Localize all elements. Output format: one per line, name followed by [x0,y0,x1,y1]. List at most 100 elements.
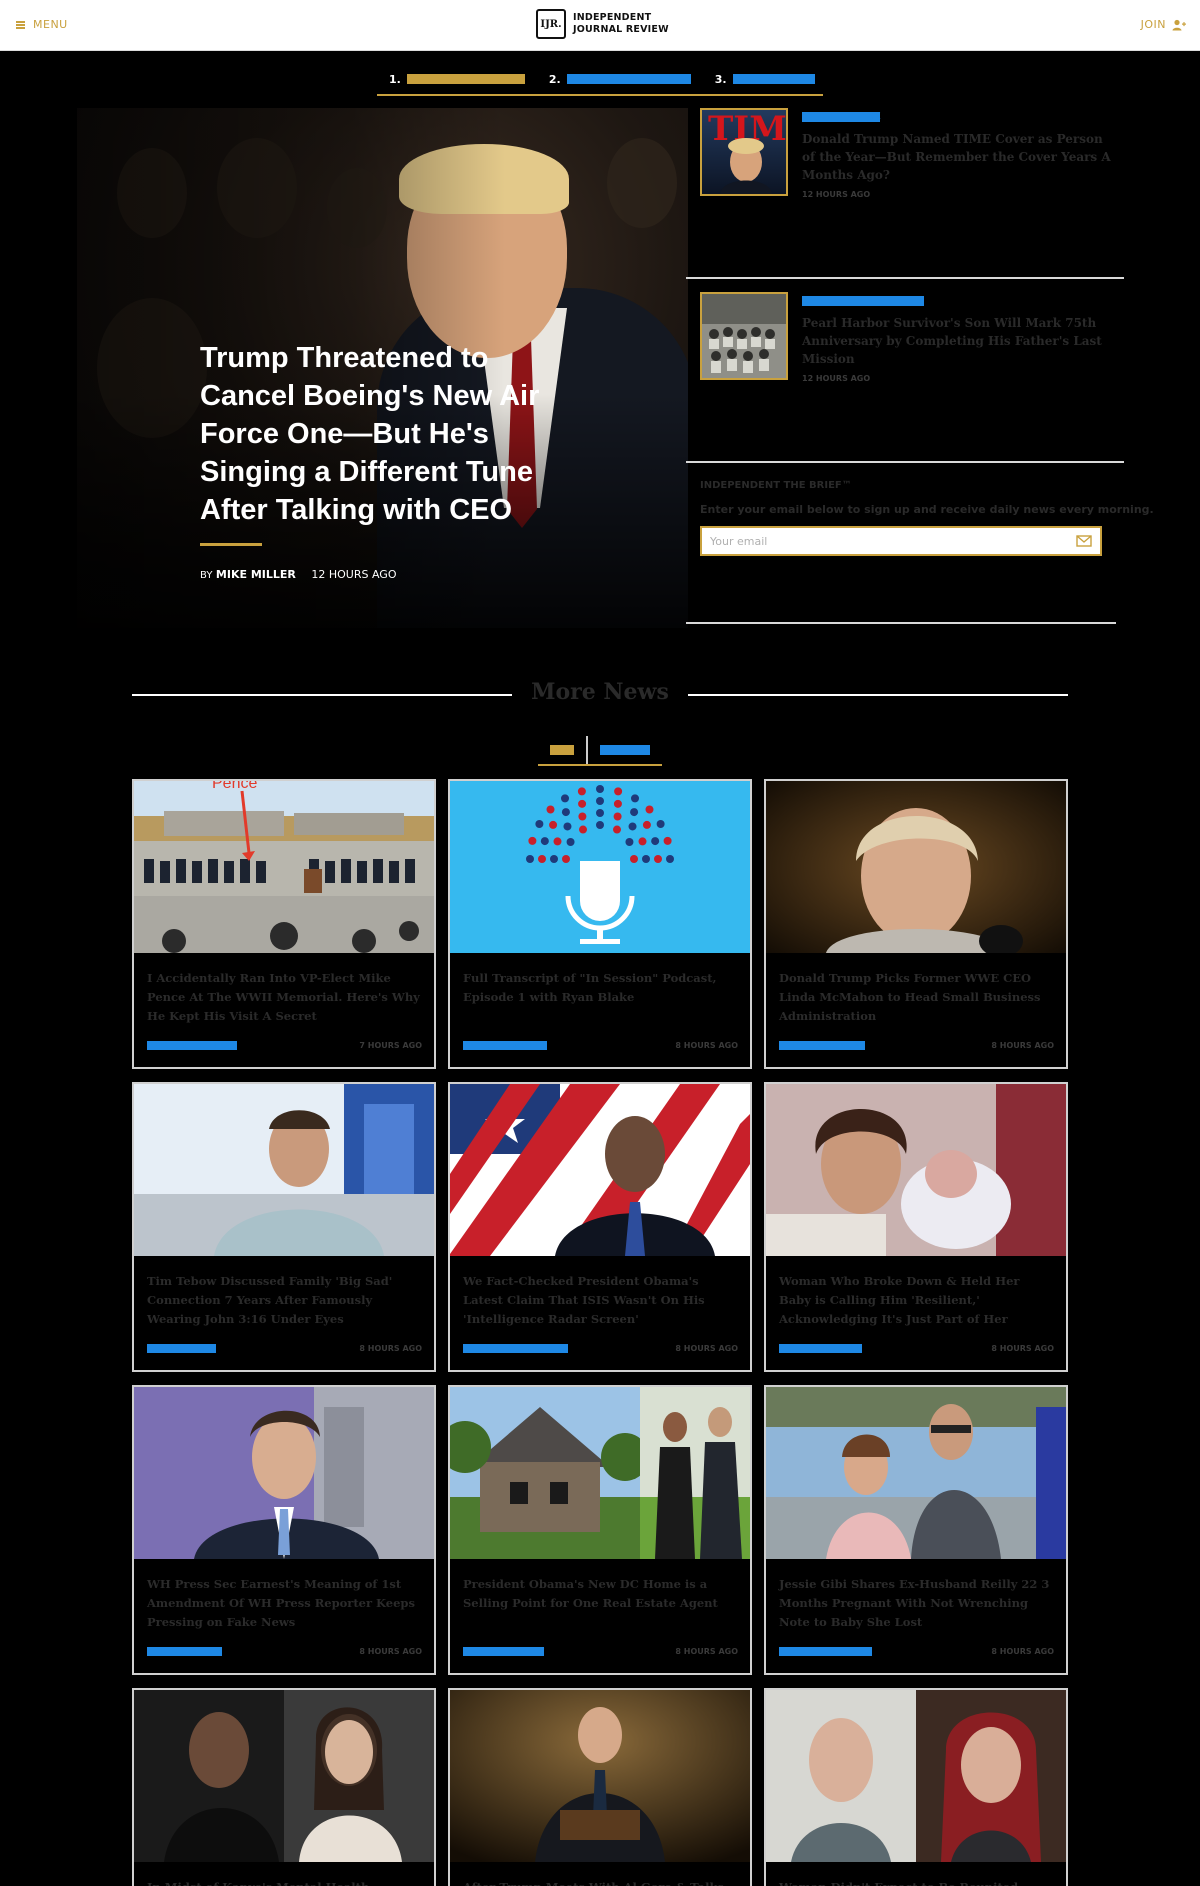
card-title[interactable]: I Accidentally Ran Into VP-Elect Mike Pe… [147,969,423,1026]
trending-tab-3[interactable]: 3. [703,64,827,94]
seat-dot [577,787,586,796]
tab-opinions[interactable]: OPINIONS [588,736,662,764]
news-card[interactable]: President Obama's New DC Home is a Selli… [448,1385,752,1675]
seat-dot [625,838,634,846]
news-card[interactable]: We Fact-Checked President Obama's Latest… [448,1082,752,1372]
news-card[interactable]: WH Press Sec Earnest's Meaning of 1st Am… [132,1385,436,1675]
menu-button[interactable]: MENU [16,18,68,31]
card-image [134,1690,434,1862]
card-author[interactable]: BY ANDREW COMMONS [463,1344,568,1353]
email-field[interactable] [702,528,1062,554]
seat-dot [526,855,534,863]
section-rule-right [688,694,1068,696]
card-title[interactable]: Woman Didn't Expect to Be Reunited [779,1878,1055,1886]
side-story-title[interactable]: Pearl Harbor Survivor's Son Will Mark 75… [802,314,1112,368]
side-story[interactable]: TIM BY JOHN BLACK Donald Trump Named TIM… [698,108,1124,290]
trending-tab-2[interactable]: 2. [537,64,703,94]
card-title[interactable]: Tim Tebow Discussed Family 'Big Sad' Con… [147,1272,423,1329]
seat-dot [540,837,549,846]
side-story-text: BY JOHN BLACK Donald Trump Named TIME Co… [802,112,1112,199]
newsletter-heading: INDEPENDENT THE BRIEF™ [700,480,852,491]
image-overlay-text: Pence [212,781,257,792]
card-author[interactable]: BY MIKE BENNETT [463,1647,545,1656]
news-card[interactable]: In Midst of Kanye's Mental Health [132,1688,436,1886]
trending-tab-number: 3. [714,72,727,86]
side-story-thumbnail[interactable]: TIM [700,108,788,196]
hero-byline: BY MIKE MILLER 12 HOURS AGO [200,568,397,581]
card-author[interactable]: BY NICOLE DUNNING [779,1647,872,1656]
side-story-author[interactable]: BY STEPHANIE MCCLAIN [802,296,1112,306]
card-title[interactable]: Full Transcript of "In Session" Podcast,… [463,969,739,1007]
celebrity-couple-image [134,1690,434,1862]
card-title[interactable]: After Trump Meets With Al Gore & Talks [463,1878,739,1886]
seat-dot [553,837,562,846]
seat-dot [579,825,587,834]
join-button[interactable]: JOIN [1141,18,1186,31]
seat-dot [563,822,572,831]
trending-tab-1[interactable]: 1. [377,64,537,94]
card-title[interactable]: WH Press Sec Earnest's Meaning of 1st Am… [147,1575,423,1632]
news-card[interactable]: Donald Trump Picks Former WWE CEO Linda … [764,779,1068,1069]
man-in-suit-image [450,1690,750,1862]
seat-dot [613,825,621,834]
card-image [134,1084,434,1256]
card-image [134,1387,434,1559]
trending-tabs: 1. 2. 3. [377,64,823,96]
trending-tab-number: 2. [548,72,561,86]
divider [686,622,1116,624]
side-story-thumbnail[interactable] [700,292,788,380]
card-author[interactable]: BY KENNY JOHNSON [147,1041,238,1050]
trending-tab-label [406,74,525,84]
section-rule-left [132,694,512,696]
seat-dot [596,821,604,829]
envelope-icon[interactable] [1076,534,1092,548]
side-story-author[interactable]: BY JOHN BLACK [802,112,1112,122]
seat-dot [663,836,672,845]
card-image [450,781,750,953]
card-title[interactable]: President Obama's New DC Home is a Selli… [463,1575,739,1613]
side-story-title[interactable]: Donald Trump Named TIME Cover as Person … [802,130,1112,184]
card-author[interactable]: BY ABC PODCASTS [463,1041,547,1050]
news-card[interactable]: Woman Didn't Expect to Be Reunited [764,1688,1068,1886]
flag-speaker-image [450,1084,750,1256]
card-author[interactable]: BY TINA WILLIAMS [779,1344,863,1353]
card-author[interactable]: BY RICHARD KIM [147,1647,222,1656]
card-author[interactable]: BY JASON HOPKINS [779,1041,866,1050]
card-image [766,781,1066,953]
seat-dot [651,837,660,846]
news-card[interactable]: After Trump Meets With Al Gore & Talks [448,1688,752,1886]
seat-dot [550,855,558,863]
news-card[interactable]: Jessie Gibi Shares Ex-Husband Reilly 22 … [764,1385,1068,1675]
seat-dot [566,838,575,846]
logo-wordmark: INDEPENDENT JOURNAL REVIEW [573,12,669,36]
card-title[interactable]: Donald Trump Picks Former WWE CEO Linda … [779,969,1055,1026]
trending-tab-label [732,74,815,84]
card-title[interactable]: We Fact-Checked President Obama's Latest… [463,1272,739,1329]
menu-label: MENU [33,18,68,31]
hero-timestamp: 12 HOURS AGO [311,568,397,581]
news-card[interactable]: Tim Tebow Discussed Family 'Big Sad' Con… [132,1082,436,1372]
card-title[interactable]: Woman Who Broke Down & Held Her Baby is … [779,1272,1055,1329]
site-logo[interactable]: IJR. INDEPENDENT JOURNAL REVIEW [536,9,669,39]
podcast-microphone-image [450,781,750,953]
card-image [450,1387,750,1559]
hero-headline[interactable]: Trump Threatened to Cancel Boeing's New … [200,339,560,529]
news-card[interactable]: Full Transcript of "In Session" Podcast,… [448,779,752,1069]
card-author[interactable]: BY ANNIE HOLL [147,1344,216,1353]
news-card[interactable]: Woman Who Broke Down & Held Her Baby is … [764,1082,1068,1372]
tab-new[interactable]: NEW [538,736,586,764]
news-card[interactable]: Pence I Accidentally Ran Into VP-Elect M… [132,779,436,1069]
card-time: 8 HOURS AGO [359,1647,422,1656]
top-navigation-bar: MENU IJR. INDEPENDENT JOURNAL REVIEW JOI… [0,0,1200,51]
seat-dot [628,822,637,831]
hero-author-link[interactable]: MIKE MILLER [216,568,296,581]
side-story[interactable]: BY STEPHANIE MCCLAIN Pearl Harbor Surviv… [698,292,1124,474]
side-story-time: 12 HOURS AGO [802,374,871,383]
card-title[interactable]: Jessie Gibi Shares Ex-Husband Reilly 22 … [779,1575,1055,1632]
portrait-woman-image [766,781,1066,953]
card-title[interactable]: In Midst of Kanye's Mental Health [147,1878,423,1886]
card-image [450,1690,750,1862]
house-and-family-image [450,1387,750,1559]
add-user-icon [1172,19,1186,30]
divider [686,277,1124,279]
